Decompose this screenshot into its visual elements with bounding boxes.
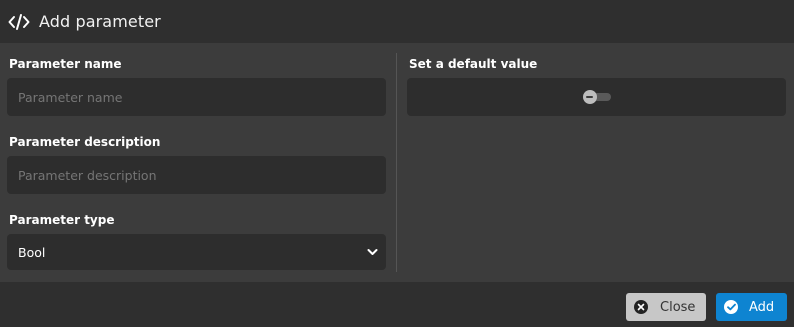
default-value-box — [407, 78, 786, 116]
column-divider — [396, 53, 397, 272]
parameter-type-label: Parameter type — [9, 213, 115, 227]
dialog-title: Add parameter — [39, 12, 161, 31]
code-icon — [7, 12, 31, 32]
default-value-label: Set a default value — [409, 57, 538, 71]
chevron-down-icon — [366, 246, 378, 258]
parameter-description-input[interactable] — [7, 156, 386, 194]
dialog-body: Parameter name Parameter description Par… — [0, 43, 794, 282]
close-button[interactable]: Close — [626, 293, 706, 321]
parameter-type-select[interactable]: Bool — [7, 234, 386, 270]
close-circle-icon — [634, 300, 648, 314]
close-button-label: Close — [660, 299, 696, 315]
parameter-type-value: Bool — [18, 244, 46, 260]
default-value-toggle[interactable] — [582, 90, 611, 104]
parameter-name-label: Parameter name — [9, 57, 122, 71]
add-button[interactable]: Add — [716, 293, 787, 321]
toggle-knob — [582, 90, 597, 104]
parameter-name-input[interactable] — [7, 78, 386, 116]
dialog-header: Add parameter — [0, 0, 794, 43]
dialog-footer: Close Add — [0, 282, 794, 327]
parameter-description-label: Parameter description — [9, 135, 161, 149]
add-button-label: Add — [749, 299, 775, 315]
check-circle-icon — [724, 300, 738, 314]
